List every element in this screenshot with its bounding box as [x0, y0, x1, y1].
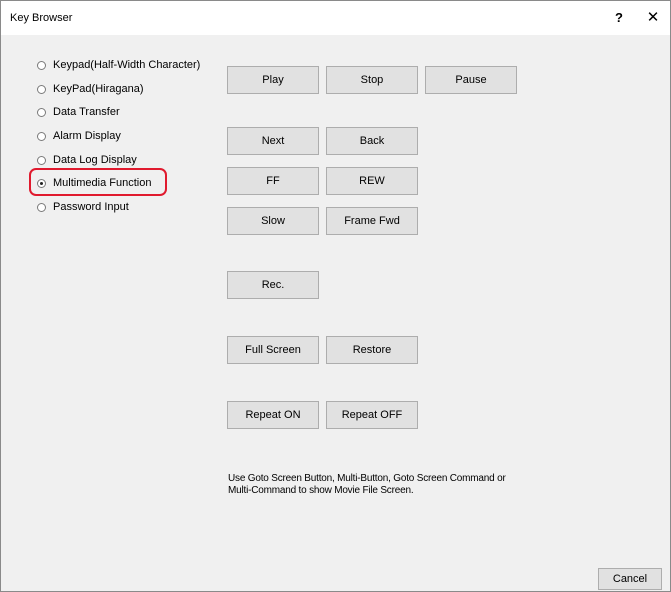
radio-label: Data Log Display — [53, 154, 137, 166]
rew-button[interactable]: REW — [326, 167, 418, 195]
title-bar: Key Browser ? ✕ — [1, 1, 670, 35]
radio-password-input[interactable]: Password Input — [37, 199, 129, 215]
info-line-2: Multi-Command to show Movie File Screen. — [228, 485, 414, 496]
radio-circle — [37, 155, 46, 165]
radio-data-transfer[interactable]: Data Transfer — [37, 104, 120, 120]
help-icon[interactable]: ? — [609, 8, 629, 28]
radio-label: KeyPad(Hiragana) — [53, 83, 144, 95]
radio-circle — [37, 60, 46, 70]
frame-fwd-button[interactable]: Frame Fwd — [326, 207, 418, 235]
radio-alarm-display[interactable]: Alarm Display — [37, 128, 121, 144]
info-line-1: Use Goto Screen Button, Multi-Button, Go… — [228, 473, 506, 484]
radio-circle — [37, 107, 46, 117]
radio-keypad-hiragana[interactable]: KeyPad(Hiragana) — [37, 81, 144, 97]
radio-keypad-half-width[interactable]: Keypad(Half-Width Character) — [37, 57, 200, 73]
next-button[interactable]: Next — [227, 127, 319, 155]
back-button[interactable]: Back — [326, 127, 418, 155]
radio-label: Password Input — [53, 201, 129, 213]
pause-button[interactable]: Pause — [425, 66, 517, 94]
radio-circle — [37, 131, 46, 141]
restore-button[interactable]: Restore — [326, 336, 418, 364]
rec-button[interactable]: Rec. — [227, 271, 319, 299]
slow-button[interactable]: Slow — [227, 207, 319, 235]
window-title: Key Browser — [10, 12, 73, 24]
repeat-on-button[interactable]: Repeat ON — [227, 401, 319, 429]
key-browser-dialog: Key Browser ? ✕ Keypad(Half-Width Charac… — [0, 0, 671, 592]
radio-label: Data Transfer — [53, 106, 120, 118]
full-screen-button[interactable]: Full Screen — [227, 336, 319, 364]
cancel-button[interactable]: Cancel — [598, 568, 662, 590]
selection-highlight — [29, 168, 167, 196]
play-button[interactable]: Play — [227, 66, 319, 94]
repeat-off-button[interactable]: Repeat OFF — [326, 401, 418, 429]
stop-button[interactable]: Stop — [326, 66, 418, 94]
info-text: Use Goto Screen Button, Multi-Button, Go… — [228, 473, 558, 497]
radio-circle — [37, 202, 46, 212]
radio-circle — [37, 84, 46, 94]
radio-data-log-display[interactable]: Data Log Display — [37, 152, 137, 168]
radio-label: Keypad(Half-Width Character) — [53, 59, 201, 71]
radio-label: Alarm Display — [53, 130, 121, 142]
ff-button[interactable]: FF — [227, 167, 319, 195]
close-icon[interactable]: ✕ — [641, 8, 665, 28]
